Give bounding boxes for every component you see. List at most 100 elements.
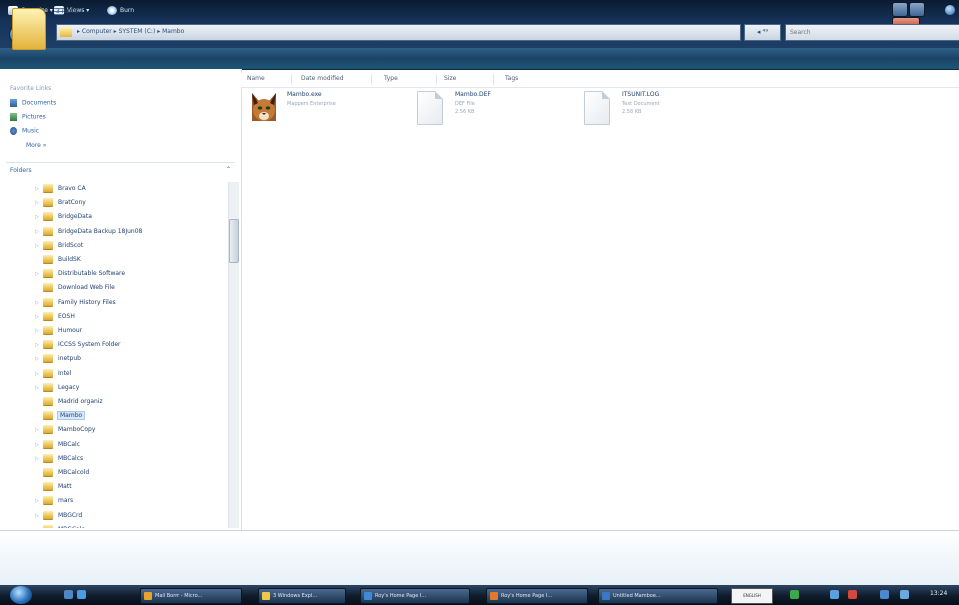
breadcrumb[interactable]: ▸ Computer ▸ SYSTEM (C:) ▸ Mambo (77, 28, 184, 35)
language-indicator[interactable]: ENGLISH (731, 588, 773, 604)
taskbar-button-mambo[interactable]: Untitled Mamboe... (598, 588, 718, 604)
tree-item[interactable]: Matt (35, 480, 72, 493)
tree-item[interactable]: ▷ mars (35, 494, 73, 507)
file-name: Mambo.exe (287, 91, 322, 98)
tree-item[interactable]: ▷ inetpub (35, 352, 81, 365)
address-bar[interactable]: ▸ Computer ▸ SYSTEM (C:) ▸ Mambo (56, 24, 741, 41)
tree-item-label: Humour (58, 327, 83, 334)
help-icon[interactable] (945, 5, 955, 15)
tree-item[interactable]: ▷ MBGCrd (35, 509, 82, 522)
tree-item-label: MBCalcs (58, 454, 84, 462)
tree-item[interactable]: ▷ ICCSS System Folder (35, 338, 121, 351)
folder-icon (43, 184, 53, 193)
expand-icon[interactable]: ▷ (35, 297, 43, 310)
favorite-documents[interactable]: Documents (10, 99, 56, 107)
network-icon[interactable] (790, 590, 799, 599)
tree-item[interactable]: ▷ Family History Files (35, 296, 116, 309)
file-item[interactable]: Mambo.exe Mappers Enterprise (249, 91, 399, 131)
expand-icon[interactable]: ▷ (35, 382, 43, 395)
expand-icon[interactable]: ▷ (35, 211, 43, 224)
expand-icon[interactable]: ▷ (35, 240, 43, 253)
tree-item[interactable]: ▷ BridgeData (35, 210, 92, 223)
column-date-modified[interactable]: Date modified (301, 75, 344, 82)
search-box[interactable] (785, 24, 959, 41)
expand-icon[interactable]: ▷ (35, 368, 43, 381)
file-item[interactable]: ITSUNIT.LOG Text Document 2.58 KB (584, 91, 734, 131)
column-name[interactable]: Name (247, 75, 265, 82)
taskbar-button-browser[interactable]: Roy's Home Page I... (360, 588, 470, 604)
refresh-button[interactable]: ◂ ⁴⁹ (744, 24, 781, 41)
window-controls (891, 2, 953, 32)
column-tags[interactable]: Tags (505, 75, 518, 82)
expand-icon[interactable]: ▷ (35, 495, 43, 508)
tree-item[interactable]: ▷ Distributable Software (35, 267, 125, 280)
more-links[interactable]: More » (26, 142, 46, 149)
clock[interactable]: 13:24 (930, 590, 947, 597)
tree-item-label: mars (58, 497, 74, 505)
volume-icon[interactable] (830, 590, 839, 599)
tree-item-label: Download Web File (58, 284, 115, 292)
column-size[interactable]: Size (444, 75, 456, 82)
tree-item[interactable]: BuildSK (35, 253, 81, 266)
minimize-button[interactable] (892, 2, 908, 17)
tree-item[interactable]: ▷ Bravo CA (35, 182, 86, 195)
folder-icon (43, 524, 53, 528)
favorite-label: Pictures (22, 113, 46, 121)
expand-icon[interactable]: ▷ (35, 183, 43, 196)
tree-item[interactable]: Download Web File (35, 281, 115, 294)
folder-icon (43, 453, 53, 463)
show-desktop-icon[interactable] (64, 590, 73, 599)
folder-icon (43, 496, 53, 506)
file-type: Text Document (622, 101, 660, 107)
tray-icon[interactable] (900, 590, 909, 599)
expand-icon[interactable]: ▷ (35, 424, 43, 437)
favorite-pictures[interactable]: Pictures (10, 113, 46, 121)
start-button[interactable] (10, 586, 32, 604)
tree-item[interactable]: ▷ Intel (35, 367, 71, 380)
tree-item[interactable]: ▷ MamboCopy (35, 423, 95, 436)
tree-item[interactable]: ▷ EOSH (35, 310, 75, 323)
tree-item[interactable]: Madrid organiz (35, 395, 103, 408)
expand-icon[interactable]: ▷ (35, 226, 43, 239)
folders-title[interactable]: Folders (10, 167, 32, 174)
taskbar-button-explorer[interactable]: 3 Windows Expl... (258, 588, 346, 604)
search-input[interactable] (786, 25, 944, 40)
tree-item[interactable]: Mambo (35, 409, 86, 422)
tree-item[interactable]: ▷ BridgeData Backup 18Jun08 (35, 225, 142, 238)
folder-icon (43, 368, 53, 378)
file-item[interactable]: Mambo.DEF DEF File 2.56 KB (417, 91, 567, 131)
folder-icon (12, 8, 46, 50)
tree-item[interactable]: ▷ Legacy (35, 381, 79, 394)
expand-icon[interactable]: ▷ (35, 197, 43, 210)
tray-icon[interactable] (880, 590, 889, 599)
expand-icon[interactable]: ▷ (35, 325, 43, 338)
tree-item[interactable]: MBCalcold (35, 466, 89, 479)
tree-item[interactable]: ▷ MBGCalc (35, 523, 85, 528)
tree-item[interactable]: ▷ MBCalc (35, 438, 80, 451)
security-icon[interactable] (848, 590, 857, 599)
expand-icon[interactable]: ▷ (35, 268, 43, 281)
taskbar-button-mail[interactable]: Mail Borrr - Micro... (140, 588, 242, 604)
collapse-icon[interactable]: ⌃ (226, 166, 231, 173)
switch-windows-icon[interactable] (77, 590, 86, 599)
maximize-button[interactable] (909, 2, 925, 17)
expand-icon[interactable]: ▷ (35, 339, 43, 352)
scrollbar-thumb[interactable] (229, 219, 239, 263)
taskbar-button-browser-2[interactable]: Roy's Home Page I... (486, 588, 588, 604)
favorite-music[interactable]: Music (10, 127, 39, 135)
tree-item-label: EOSH (58, 312, 75, 320)
expand-icon[interactable]: ▷ (35, 311, 43, 324)
file-name: Mambo.DEF (455, 91, 491, 98)
tree-item[interactable]: ▷ BratCony (35, 196, 86, 209)
column-header-bar: Name Date modified Type Size Tags (241, 73, 959, 88)
tree-item[interactable]: ▷ MBCalcs (35, 452, 83, 465)
expand-icon[interactable]: ▷ (35, 439, 43, 452)
expand-icon[interactable]: ▷ (35, 524, 43, 528)
tree-item[interactable]: ▷ BridScot (35, 239, 83, 252)
expand-icon[interactable]: ▷ (35, 453, 43, 466)
burn-button[interactable]: Burn (107, 4, 134, 17)
column-type[interactable]: Type (384, 75, 398, 82)
expand-icon[interactable]: ▷ (35, 510, 43, 523)
expand-icon[interactable]: ▷ (35, 353, 43, 366)
tree-item[interactable]: ▷ Humour (35, 324, 82, 337)
